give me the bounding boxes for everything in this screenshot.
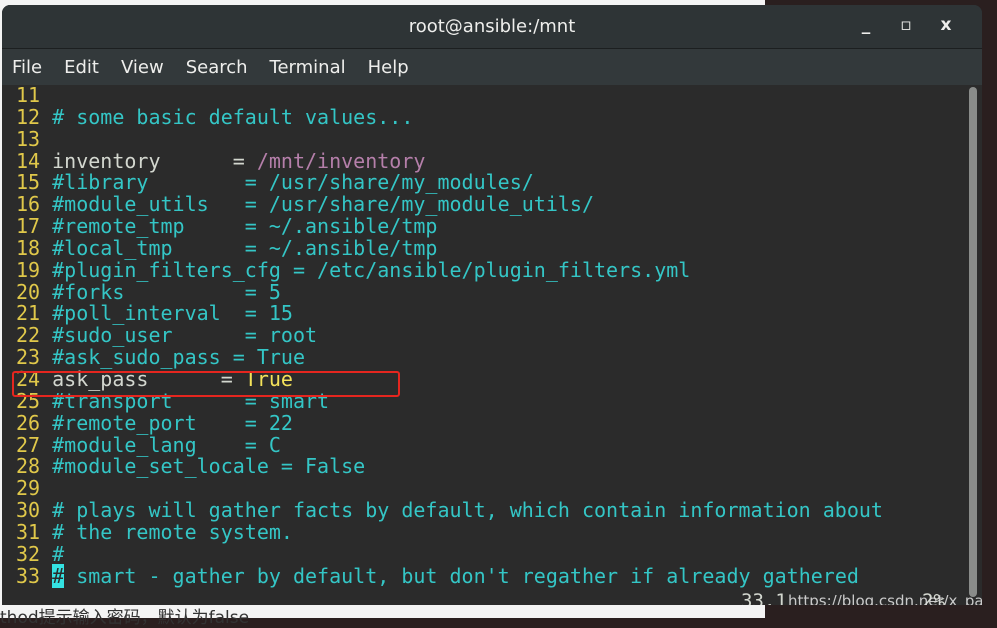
code-text: #module_lang = C <box>52 432 281 457</box>
code-text: #forks = 5 <box>52 279 281 304</box>
cursor-position: 33,1 <box>741 590 787 605</box>
highlight-box <box>12 371 400 397</box>
terminal-window: root@ansible:/mnt _ ▫ x File Edit View S… <box>2 5 982 605</box>
code-text: #sudo_user = root <box>52 323 318 348</box>
line-number: 20 <box>16 279 41 304</box>
code-line: 15 #library = /usr/share/my_modules/ <box>16 170 883 195</box>
cursor: # <box>52 563 65 588</box>
code-line: 30 # plays will gather facts by default,… <box>16 498 883 523</box>
code-text: #remote_port = 22 <box>52 410 293 435</box>
line-number: 14 <box>16 148 41 173</box>
code-text: # some basic default values... <box>52 104 414 129</box>
code-text: #library = /usr/share/my_modules/ <box>52 170 534 195</box>
line-number: 11 <box>16 83 41 107</box>
code-line: 14 inventory = /mnt/inventory <box>16 148 883 173</box>
code-text: #poll_interval = 15 <box>52 301 293 326</box>
background-text: thod提示输入密码，默认为false <box>0 608 250 628</box>
code-text: #module_utils = /usr/share/my_module_uti… <box>52 192 594 217</box>
menu-file[interactable]: File <box>12 57 42 78</box>
menu-help[interactable]: Help <box>368 57 409 78</box>
code-text: # the remote system. <box>52 519 293 544</box>
code-line: 20 #forks = 5 <box>16 279 883 304</box>
line-number: 26 <box>16 410 41 435</box>
menu-view[interactable]: View <box>121 57 164 78</box>
close-button[interactable]: x <box>934 15 958 35</box>
line-number: 16 <box>16 192 41 217</box>
menu-bar: File Edit View Search Terminal Help <box>2 49 982 85</box>
code-text: # <box>52 541 65 566</box>
code-text: #ask_sudo_pass = True <box>52 345 306 370</box>
code-text: inventory = <box>52 148 257 173</box>
code-line: 13 <box>16 126 883 151</box>
line-number: 21 <box>16 301 41 326</box>
line-number: 12 <box>16 104 41 129</box>
terminal-content[interactable]: 11 12 # some basic default values... 13 1… <box>2 83 982 605</box>
code-line: 12 # some basic default values... <box>16 104 883 129</box>
line-number: 27 <box>16 432 41 457</box>
code-line: 27 #module_lang = C <box>16 432 883 457</box>
menu-edit[interactable]: Edit <box>64 57 99 78</box>
menu-terminal[interactable]: Terminal <box>270 57 346 78</box>
code-text: #module_set_locale = False <box>52 454 366 479</box>
code-line: 21 #poll_interval = 15 <box>16 303 883 325</box>
line-number: 23 <box>16 345 41 370</box>
line-number: 30 <box>16 498 41 523</box>
line-number: 22 <box>16 323 41 348</box>
code-text: #remote_tmp = ~/.ansible/tmp <box>52 214 438 239</box>
code-text: #local_tmp = ~/.ansible/tmp <box>52 235 438 260</box>
line-number: 19 <box>16 257 41 282</box>
line-number: 32 <box>16 541 41 566</box>
line-number: 33 <box>16 563 41 588</box>
maximize-button[interactable]: ▫ <box>894 15 918 35</box>
menu-search[interactable]: Search <box>186 57 248 78</box>
scrollbar[interactable] <box>969 87 977 597</box>
code-line: 29 <box>16 476 883 501</box>
code-line: 16 #module_utils = /usr/share/my_module_… <box>16 192 883 217</box>
code-line: 11 <box>16 83 883 107</box>
code-line: 32 # <box>16 541 883 566</box>
code-line: 33 # smart - gather by default, but don'… <box>16 563 883 588</box>
title-bar: root@ansible:/mnt _ ▫ x <box>2 5 982 49</box>
minimize-button[interactable]: _ <box>854 15 878 35</box>
code-line: 22 #sudo_user = root <box>16 323 883 348</box>
code-text: # plays will gather facts by default, wh… <box>52 498 883 523</box>
editor-lines: 11 12 # some basic default values... 13 1… <box>16 83 883 588</box>
line-number: 18 <box>16 235 41 260</box>
code-line: 31 # the remote system. <box>16 519 883 544</box>
code-line: 19 #plugin_filters_cfg = /etc/ansible/pl… <box>16 257 883 282</box>
code-line: 26 #remote_port = 22 <box>16 410 883 435</box>
code-text: smart - gather by default, but don't reg… <box>64 563 859 588</box>
code-line: 23 #ask_sudo_pass = True <box>16 345 883 370</box>
code-line: 17 #remote_tmp = ~/.ansible/tmp <box>16 214 883 239</box>
line-number: 28 <box>16 454 41 479</box>
code-line: 28 #module_set_locale = False <box>16 454 883 479</box>
line-number: 15 <box>16 170 41 195</box>
line-number: 17 <box>16 214 41 239</box>
window-title: root@ansible:/mnt <box>408 16 576 37</box>
line-number: 13 <box>16 126 41 151</box>
code-text: #plugin_filters_cfg = /etc/ansible/plugi… <box>52 257 691 282</box>
line-number: 31 <box>16 519 41 544</box>
line-number: 29 <box>16 476 41 501</box>
code-line: 18 #local_tmp = ~/.ansible/tmp <box>16 235 883 260</box>
code-text: /mnt/inventory <box>256 148 426 173</box>
watermark: https://blog.csdn.net/x_pang <box>788 592 982 605</box>
